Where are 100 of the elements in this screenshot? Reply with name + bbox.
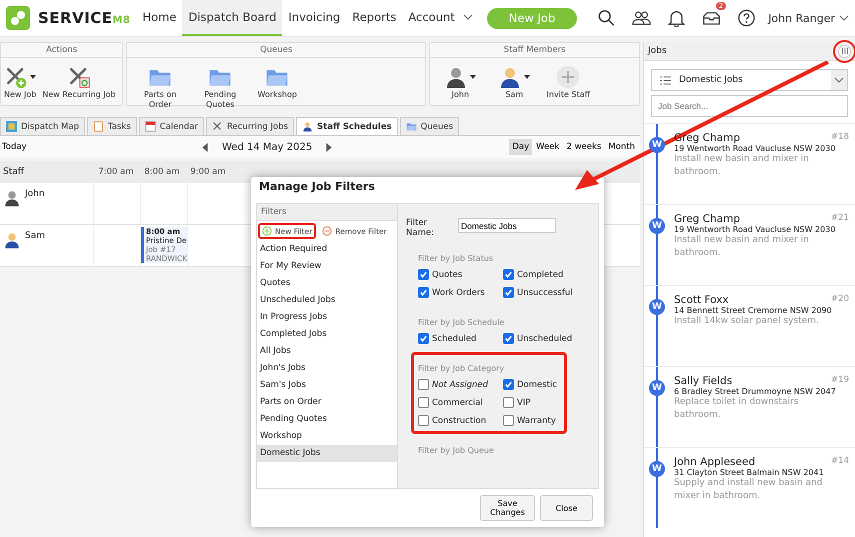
checkbox[interactable] (418, 415, 429, 426)
toolbar-button[interactable]: Workshop (251, 64, 304, 110)
nav-link[interactable]: Dispatch Board (182, 0, 282, 36)
dialog-button[interactable]: Save Changes (480, 495, 535, 521)
today-button[interactable]: Today (2, 142, 202, 152)
toolbar-button[interactable]: New Job (1, 64, 40, 100)
checkbox-label: Not Assigned (432, 380, 488, 390)
checkbox[interactable] (418, 269, 429, 280)
filter-name-field[interactable]: Domestic Jobs (458, 218, 556, 233)
dropdown-icon[interactable] (524, 75, 530, 79)
nav-link[interactable]: Invoicing (282, 0, 346, 36)
checkbox-label: Scheduled (432, 334, 476, 344)
job-number: #19 (831, 375, 849, 387)
view-button[interactable]: Week (533, 139, 562, 155)
chevron-down-icon[interactable] (834, 77, 844, 83)
filter-item[interactable]: In Progress Jobs (257, 309, 397, 326)
status-badge: W (649, 380, 665, 396)
checkbox[interactable] (503, 287, 514, 298)
job-address: 19 Wentworth Road Vaucluse NSW 2030 (674, 225, 836, 234)
plus-icon (556, 65, 580, 89)
checkbox[interactable] (503, 397, 514, 408)
bell-icon[interactable] (667, 9, 686, 27)
toolbar-button[interactable]: Parts on Order (131, 64, 190, 110)
group-title: Actions (1, 43, 122, 58)
toolbar-button[interactable]: New Recurring Job (39, 64, 119, 100)
people-icon[interactable] (632, 9, 652, 27)
filter-item[interactable]: Unscheduled Jobs (257, 292, 397, 309)
client-name[interactable]: Scott Foxx (674, 294, 729, 306)
filter-item[interactable]: All Jobs (257, 343, 397, 360)
group-title: Queues (127, 43, 426, 58)
time-header: 7:00 am (97, 167, 135, 177)
tab[interactable]: Dispatch Map (0, 117, 85, 135)
checkbox[interactable] (418, 287, 429, 298)
dialog-button[interactable]: Close (540, 495, 593, 521)
client-name[interactable]: Greg Champ (674, 213, 740, 225)
view-button[interactable]: Day (509, 139, 532, 155)
filter-item[interactable]: Completed Jobs (257, 326, 397, 343)
caret-icon[interactable] (462, 14, 473, 20)
plus-circle-icon (262, 226, 272, 236)
caret-icon[interactable] (839, 15, 849, 21)
tab[interactable]: Staff Schedules (296, 117, 398, 135)
filter-item[interactable]: Sam's Jobs (257, 377, 397, 394)
calendar-icon (144, 121, 156, 132)
job-address: 6 Bradley Street Drummoyne NSW 2047 (674, 387, 837, 396)
filter-item[interactable]: For My Review (257, 258, 397, 275)
client-name[interactable]: Sally Fields (674, 375, 732, 387)
toolbar-button[interactable]: Pending Quotes (191, 64, 250, 110)
toolbar-button[interactable]: Sam (488, 64, 540, 100)
help-icon[interactable] (737, 9, 756, 27)
client-name[interactable]: John Appleseed (674, 456, 756, 468)
nav-link[interactable]: Reports (346, 0, 402, 36)
dropdown-icon[interactable] (470, 75, 476, 79)
user-menu[interactable]: John Ranger (768, 12, 849, 24)
tab[interactable]: Tasks (86, 117, 137, 135)
job-address: 19 Wentworth Road Vaucluse NSW 2030 (674, 144, 836, 153)
checkbox[interactable] (418, 397, 429, 408)
search-field[interactable]: Job Search... (651, 95, 848, 117)
time-header: 9:00 am (189, 167, 227, 177)
checkbox[interactable] (503, 269, 514, 280)
job-description: Install new basin and mixer in bathroom. (674, 153, 810, 178)
nav-link[interactable]: Home (136, 0, 182, 36)
inbox-icon[interactable] (702, 9, 722, 27)
dropdown-icon[interactable] (30, 75, 36, 79)
filter-dropdown[interactable]: Domestic Jobs (651, 69, 848, 91)
section-heading: Filter by Job Category (418, 364, 506, 373)
search-icon[interactable] (597, 9, 616, 27)
filter-item[interactable]: Workshop (257, 428, 397, 445)
map-icon (6, 121, 17, 132)
checkbox[interactable] (418, 379, 429, 390)
filter-item[interactable]: Domestic Jobs (257, 445, 397, 462)
checkbox-label: Unsuccessful (517, 288, 573, 298)
tab[interactable]: Calendar (138, 117, 204, 135)
checkbox-label: Commercial (432, 398, 483, 408)
job-number: #18 (831, 132, 849, 144)
view-button[interactable]: Month (605, 139, 638, 155)
checkbox[interactable] (503, 333, 514, 344)
toolbar-button[interactable]: John (434, 64, 486, 100)
status-badge: W (649, 137, 665, 153)
checkbox-label: Completed (517, 270, 564, 280)
toolbar-button[interactable]: Invite Staff (542, 64, 594, 100)
filter-item[interactable]: Action Required (257, 241, 397, 258)
filter-item[interactable]: Quotes (257, 275, 397, 292)
view-button[interactable]: 2 weeks (563, 139, 604, 155)
job-number: #14 (831, 456, 849, 468)
next-icon[interactable] (326, 142, 332, 152)
checkbox[interactable] (503, 379, 514, 390)
tab[interactable]: Queues (400, 117, 460, 135)
columns-icon (840, 47, 848, 55)
time-header: 8:00 am (143, 167, 181, 177)
filter-item[interactable]: Parts on Order (257, 394, 397, 411)
filter-item[interactable]: John's Jobs (257, 360, 397, 377)
previous-icon[interactable] (202, 142, 208, 152)
checkbox[interactable] (418, 333, 429, 344)
person-icon (3, 189, 21, 207)
nav-link[interactable]: Account (402, 0, 479, 36)
checkbox[interactable] (503, 415, 514, 426)
tab[interactable]: Recurring Jobs (206, 117, 294, 135)
filter-item[interactable]: Pending Quotes (257, 411, 397, 428)
job-description: Supply and install new basin and mixer in bathroom. (674, 477, 824, 502)
field-label: Filter Name: (406, 218, 435, 238)
